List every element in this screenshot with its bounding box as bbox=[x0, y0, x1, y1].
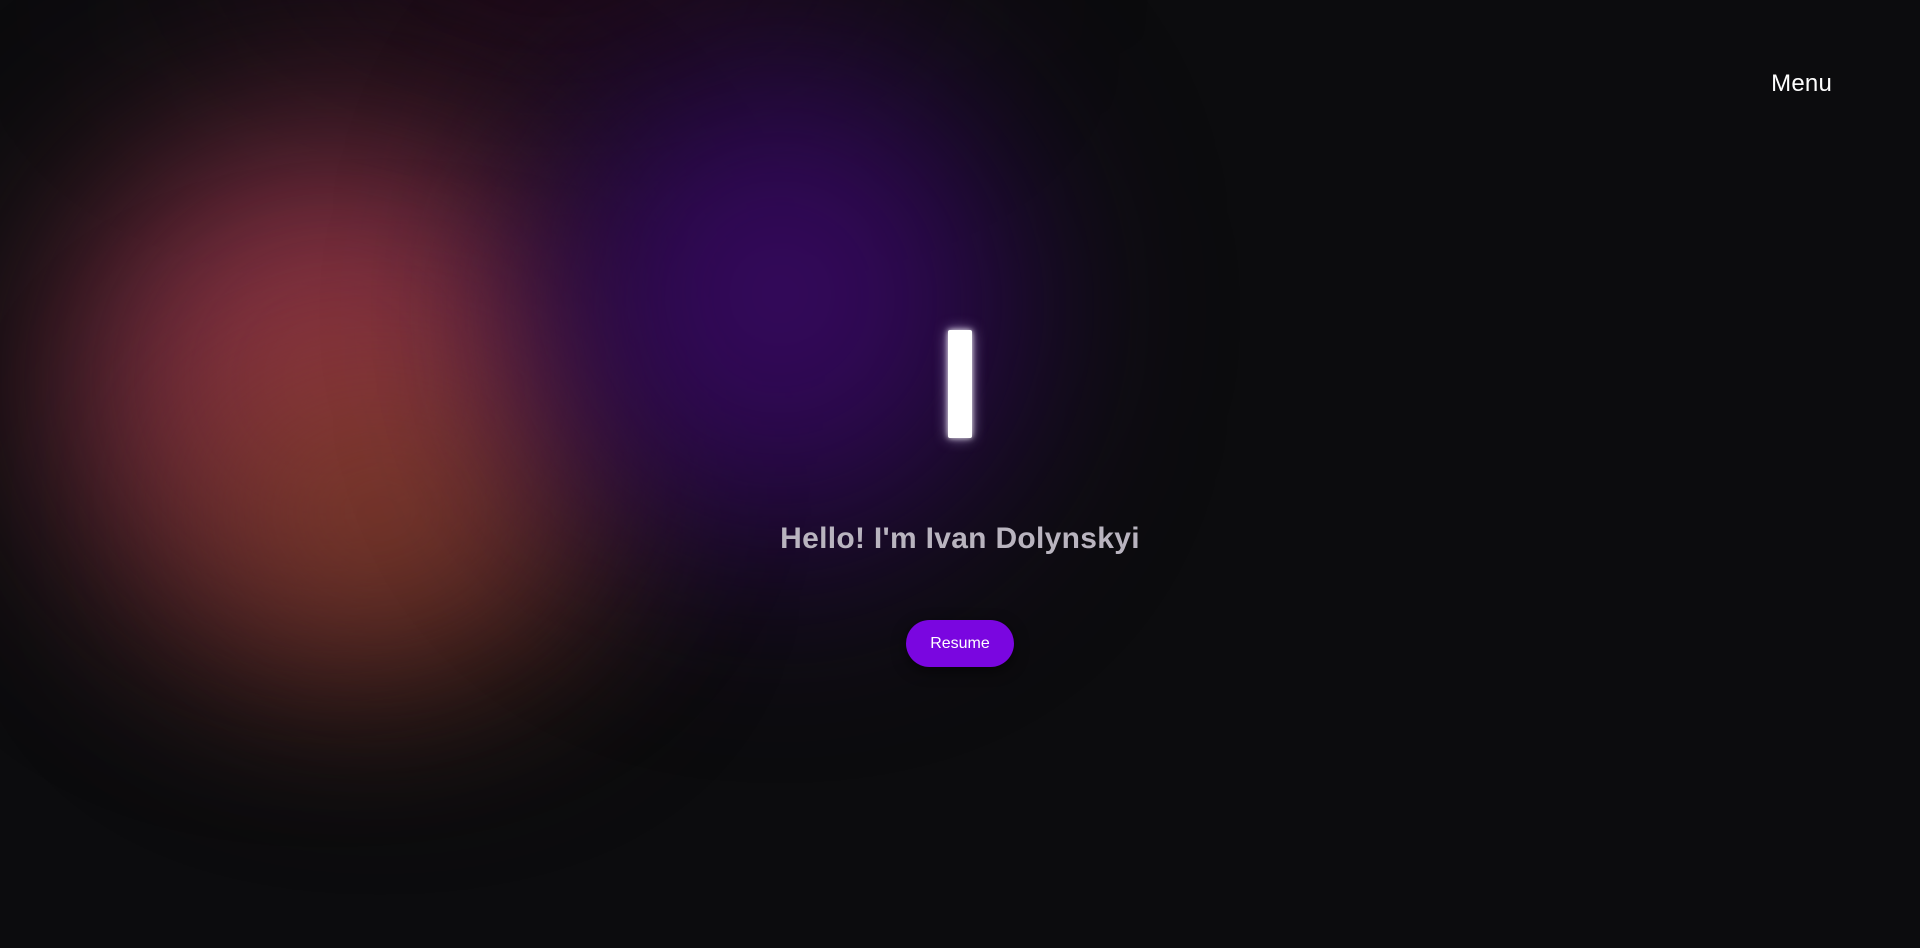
resume-button[interactable]: Resume bbox=[906, 620, 1014, 667]
page: Menu Hello! I'm Ivan Dolynskyi Resume bbox=[0, 0, 1920, 948]
typing-cursor bbox=[948, 330, 972, 438]
hero-greeting: Hello! I'm Ivan Dolynskyi bbox=[780, 522, 1140, 555]
hero-section: Hello! I'm Ivan Dolynskyi Resume bbox=[0, 0, 1920, 948]
